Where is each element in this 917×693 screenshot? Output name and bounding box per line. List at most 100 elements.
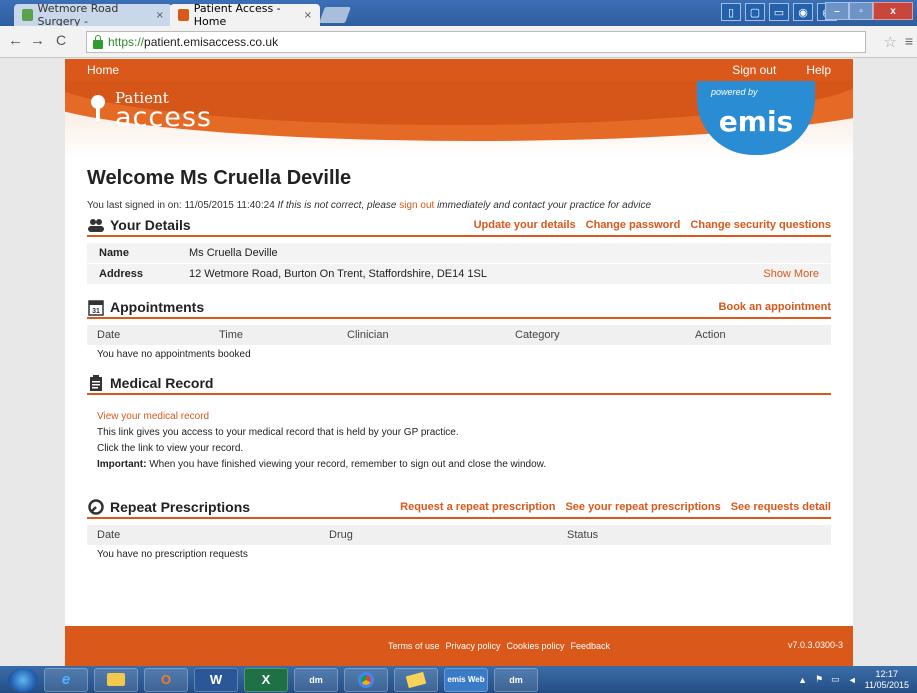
- medical-record-body: View your medical record This link gives…: [87, 409, 831, 473]
- repeat-prescriptions-title: Repeat Prescriptions: [87, 499, 250, 515]
- column-header: Clinician: [347, 329, 389, 341]
- powered-by-text: powered by: [711, 87, 758, 97]
- last-signed-in-text: You last signed in on: 11/05/2015 11:40:…: [87, 200, 831, 211]
- tab-close-icon[interactable]: ×: [156, 10, 164, 21]
- clock-time: 12:17: [875, 668, 899, 679]
- maximize-button[interactable]: ▫: [849, 2, 873, 20]
- repeat-prescriptions-header: Repeat Prescriptions Request a repeat pr…: [87, 497, 831, 519]
- dm-app-icon[interactable]: dm: [494, 667, 538, 692]
- browser-menu-icon[interactable]: ≡: [905, 33, 913, 49]
- tab-close-icon[interactable]: ×: [304, 10, 312, 21]
- details-box: Name Ms Cruella Deville Address 12 Wetmo…: [87, 243, 831, 285]
- prescription-icon: [87, 499, 105, 515]
- dm-app-icon[interactable]: dm: [294, 667, 338, 692]
- patient-access-page: Home Sign out Help Patient access powere…: [65, 59, 853, 666]
- section-title-text: Repeat Prescriptions: [110, 499, 251, 515]
- clock[interactable]: 12:17 11/05/2015: [865, 669, 909, 691]
- messenger-icon[interactable]: [394, 667, 438, 692]
- internet-explorer-icon[interactable]: e: [44, 667, 88, 692]
- nav-sign-out-link[interactable]: Sign out: [732, 63, 776, 77]
- start-button[interactable]: [8, 667, 38, 692]
- file-explorer-icon[interactable]: [94, 667, 138, 692]
- network-icon[interactable]: ▭: [831, 674, 840, 685]
- lock-icon: [93, 34, 103, 49]
- footer-links: Terms of use Privacy policy Cookies poli…: [388, 641, 610, 651]
- browser-toolbar: ← → C https:// patient.emisaccess.co.uk …: [0, 26, 917, 58]
- forward-arrow-icon[interactable]: →: [30, 32, 45, 49]
- your-details-links: Update your details Change password Chan…: [474, 219, 831, 231]
- tab-wetmore-road-surgery[interactable]: Wetmore Road Surgery - ×: [14, 2, 172, 28]
- see-requests-detail-link[interactable]: See requests detail: [731, 501, 831, 513]
- emis-web-icon[interactable]: emis Web: [444, 667, 488, 692]
- volume-icon[interactable]: ◄: [848, 675, 857, 685]
- your-details-title: Your Details: [87, 217, 191, 233]
- change-password-link[interactable]: Change password: [586, 219, 681, 231]
- bookmark-star-icon[interactable]: ☆: [884, 33, 897, 51]
- top-nav: Home Sign out Help: [65, 59, 853, 81]
- excel-icon[interactable]: X: [244, 667, 288, 692]
- medical-record-text: Click the link to view your record.: [97, 443, 244, 454]
- emis-logo-text: emis: [718, 105, 794, 138]
- flag-icon[interactable]: ⚑: [815, 674, 823, 685]
- show-more-link[interactable]: Show More: [763, 268, 831, 280]
- people-icon: [87, 217, 105, 233]
- outlook-icon[interactable]: O: [144, 667, 188, 692]
- view-medical-record-link[interactable]: View your medical record: [97, 409, 831, 425]
- tab-patient-access-home[interactable]: Patient Access - Home ×: [170, 2, 320, 28]
- terms-of-use-link[interactable]: Terms of use: [388, 641, 440, 651]
- section-title-text: Medical Record: [110, 375, 214, 391]
- word-icon[interactable]: W: [194, 667, 238, 692]
- window-tool-icon[interactable]: ◉: [793, 3, 813, 21]
- new-tab-button[interactable]: [319, 7, 351, 23]
- appointments-header: 31 Appointments Book an appointment: [87, 297, 831, 319]
- section-title-text: Your Details: [110, 217, 191, 233]
- tab-title: Patient Access - Home: [193, 2, 281, 28]
- column-header: Date: [97, 329, 121, 341]
- window-tool-icon[interactable]: ▢: [745, 3, 765, 21]
- appointments-links: Book an appointment: [719, 301, 831, 313]
- url-scheme: https://: [108, 35, 145, 49]
- sign-out-inline-link[interactable]: sign out: [399, 200, 434, 211]
- column-header: Drug: [329, 529, 353, 541]
- cookies-policy-link[interactable]: Cookies policy: [506, 641, 564, 651]
- change-security-questions-link[interactable]: Change security questions: [690, 219, 831, 231]
- medical-record-header: Medical Record: [87, 373, 831, 395]
- request-repeat-prescription-link[interactable]: Request a repeat prescription: [400, 501, 555, 513]
- update-details-link[interactable]: Update your details: [474, 219, 576, 231]
- medical-record-title: Medical Record: [87, 374, 214, 391]
- header-banner: Patient access powered by emis: [65, 81, 853, 159]
- emis-badge: powered by emis: [697, 81, 815, 155]
- chrome-icon[interactable]: [344, 667, 388, 692]
- book-appointment-link[interactable]: Book an appointment: [719, 301, 831, 313]
- address-row: Address 12 Wetmore Road, Burton On Trent…: [87, 264, 831, 285]
- nav-help-link[interactable]: Help: [806, 63, 831, 77]
- your-details-header: Your Details Update your details Change …: [87, 215, 831, 237]
- url-host: patient.emisaccess.co.uk: [144, 35, 279, 49]
- prescriptions-table-header: Date Drug Status: [87, 525, 831, 545]
- window-tool-icon[interactable]: ▭: [769, 3, 789, 21]
- section-title-text: Appointments: [110, 299, 205, 315]
- main-content: Welcome Ms Cruella Deville You last sign…: [87, 167, 831, 563]
- address-bar[interactable]: https:// patient.emisaccess.co.uk: [86, 31, 866, 53]
- column-header: Action: [695, 329, 726, 341]
- calendar-icon: 31: [87, 299, 105, 316]
- back-arrow-icon[interactable]: ←: [8, 32, 23, 49]
- close-window-button[interactable]: x: [873, 2, 913, 20]
- important-label: Important:: [97, 459, 147, 470]
- see-repeat-prescriptions-link[interactable]: See your repeat prescriptions: [565, 501, 720, 513]
- patient-access-logo[interactable]: Patient access: [89, 91, 212, 131]
- windows-taskbar: e O W X dm emis Web dm ▲ ⚑ ▭ ◄ 12:17 11/…: [0, 666, 917, 693]
- system-tray: ▲ ⚑ ▭ ◄ 12:17 11/05/2015: [798, 669, 917, 691]
- show-hidden-icons-icon[interactable]: ▲: [798, 675, 807, 685]
- reload-icon[interactable]: C: [56, 32, 66, 48]
- window-tool-icon[interactable]: ▯: [721, 3, 741, 21]
- privacy-policy-link[interactable]: Privacy policy: [445, 641, 500, 651]
- clock-date: 11/05/2015: [864, 679, 909, 690]
- calendar-day-text: 31: [92, 308, 100, 315]
- address-value: 12 Wetmore Road, Burton On Trent, Staffo…: [189, 268, 487, 280]
- nav-home-link[interactable]: Home: [87, 63, 119, 77]
- important-note: Important: When you have finished viewin…: [97, 457, 831, 473]
- feedback-link[interactable]: Feedback: [571, 641, 611, 651]
- minimize-button[interactable]: –: [825, 2, 849, 20]
- surgery-favicon-icon: [22, 9, 33, 21]
